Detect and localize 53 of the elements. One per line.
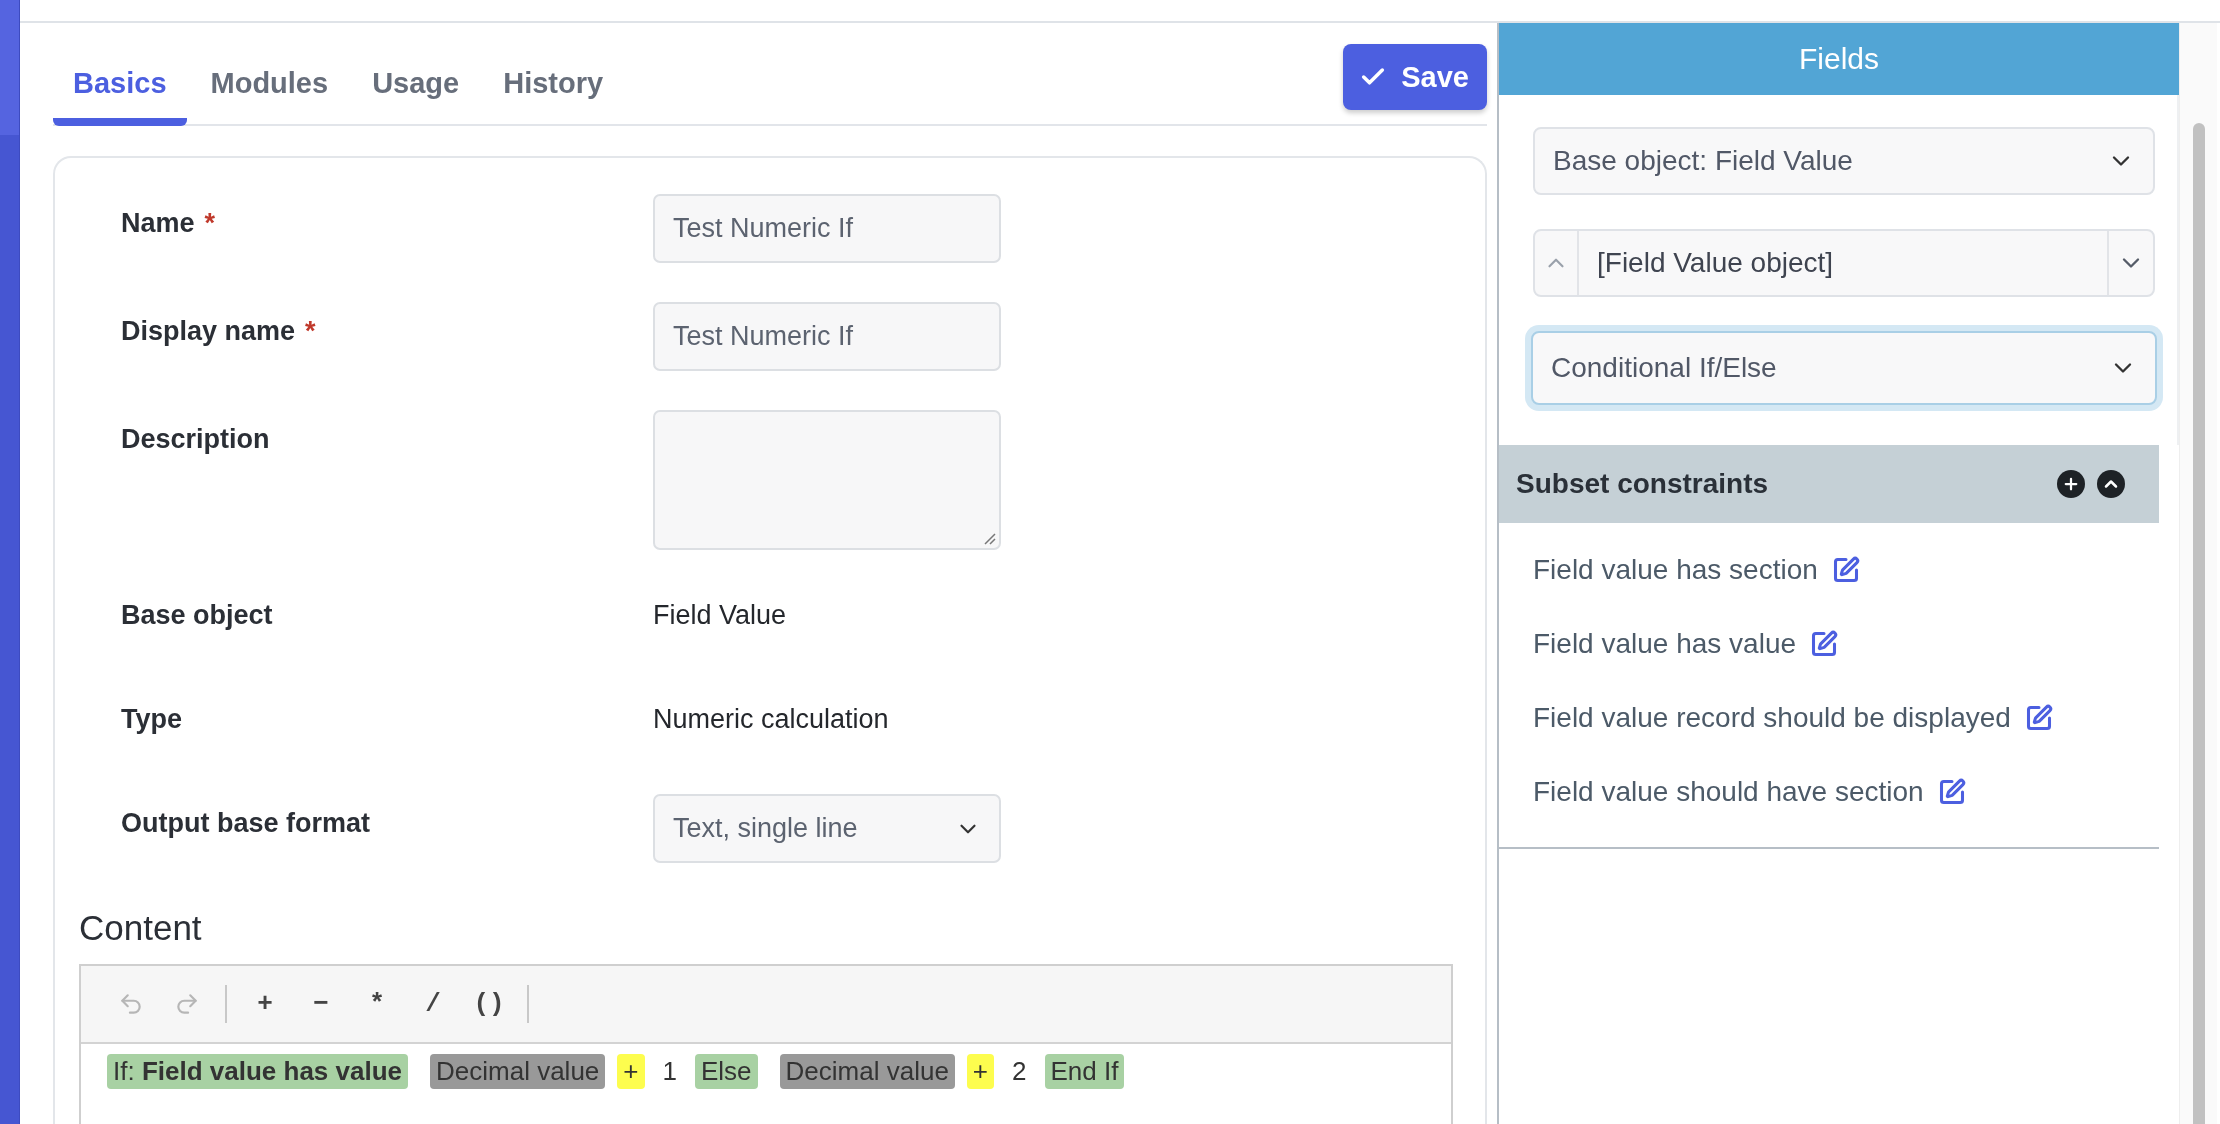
redo-icon xyxy=(174,991,200,1017)
tab[interactable]: Usage xyxy=(352,67,480,126)
object-select[interactable]: [Field Value object] xyxy=(1533,229,2155,297)
condition-token: If: Field value has value xyxy=(107,1054,409,1089)
edit-icon[interactable] xyxy=(2024,704,2053,732)
field-value: Field Value xyxy=(653,599,787,631)
field-label: Description xyxy=(120,423,270,456)
operator-token: + xyxy=(966,1054,995,1089)
constraint-label: Field value record should be displayed xyxy=(1533,702,2011,734)
save-button[interactable]: Save xyxy=(1343,44,1487,110)
section-heading: Content xyxy=(79,908,202,948)
edit-icon[interactable] xyxy=(1831,556,1860,584)
scrollbar-thumb[interactable] xyxy=(2192,123,2205,1124)
section-title: Subset constraints xyxy=(1516,468,1769,500)
collapse-button[interactable] xyxy=(2097,470,2125,498)
description-field[interactable] xyxy=(653,410,1001,550)
constraint-label: Field value has section xyxy=(1533,554,1818,586)
field-label: Output base format xyxy=(120,807,370,840)
operator-button[interactable]: () xyxy=(465,980,513,1028)
dropdown-select[interactable]: Base object: Field Value xyxy=(1533,127,2155,195)
field-token: Decimal value xyxy=(779,1054,955,1089)
field-token: Decimal value xyxy=(430,1054,606,1089)
operator-button[interactable]: * xyxy=(353,980,401,1028)
undo-icon xyxy=(118,991,144,1017)
edit-icon[interactable] xyxy=(1810,630,1839,658)
add-button[interactable] xyxy=(2057,470,2085,498)
field-label: Base object xyxy=(120,599,273,632)
operator-button[interactable]: + xyxy=(241,980,289,1028)
format-select[interactable]: Text, single line xyxy=(653,794,1001,863)
field-value: Numeric calculation xyxy=(653,703,889,735)
edit-icon[interactable] xyxy=(1937,778,1966,806)
field-label: Display name xyxy=(120,315,296,348)
tab[interactable]: Modules xyxy=(190,67,349,126)
field-label: Type xyxy=(120,703,182,736)
operator-button[interactable]: − xyxy=(297,980,345,1028)
tab[interactable]: History xyxy=(483,67,624,126)
constraint-label: Field value has value xyxy=(1533,628,1797,660)
condition-token: Else xyxy=(695,1054,758,1089)
panel-header: Fields xyxy=(1499,23,2179,95)
number-value: 1 xyxy=(661,1055,678,1088)
number-value: 2 xyxy=(1011,1055,1028,1088)
operator-button[interactable]: / xyxy=(409,980,457,1028)
resize-grip-icon xyxy=(982,531,996,545)
field-label: Name xyxy=(120,207,195,240)
plus-icon xyxy=(2062,475,2080,493)
required-mark: * xyxy=(204,207,216,240)
condition-token: End If xyxy=(1044,1054,1125,1089)
tab[interactable]: Basics xyxy=(53,67,187,126)
required-mark: * xyxy=(305,315,316,348)
text-field[interactable]: Test Numeric If xyxy=(653,194,1001,263)
operator-token: + xyxy=(617,1054,645,1089)
text-field[interactable]: Test Numeric If xyxy=(653,302,1001,371)
constraint-label: Field value should have section xyxy=(1533,776,1924,808)
